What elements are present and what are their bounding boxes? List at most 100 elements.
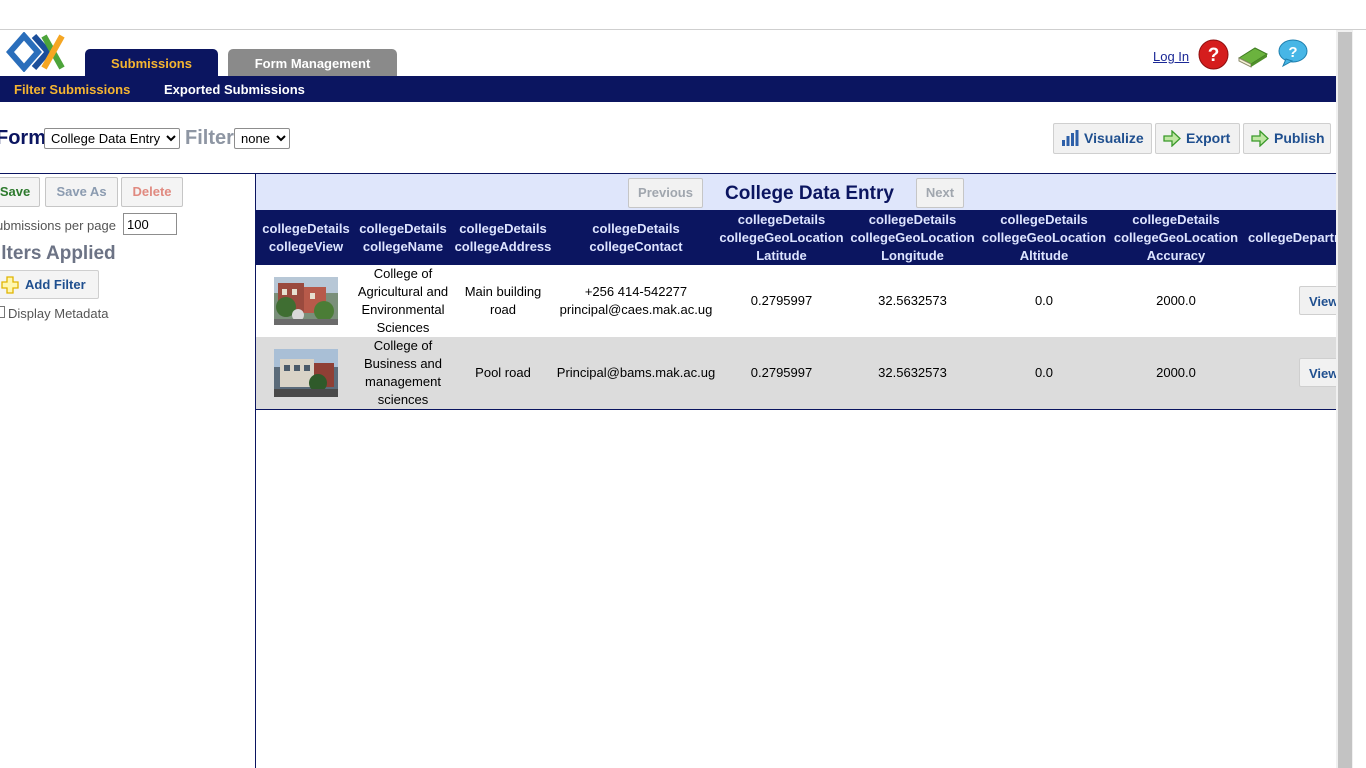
view-button[interactable]: View <box>1299 286 1336 315</box>
college-contact-cell: +256 414-542277 principal@caes.mak.ac.ug <box>556 265 716 337</box>
submissions-per-page-input[interactable] <box>123 213 177 235</box>
column-header-line: collegeDetails <box>1132 211 1220 227</box>
tab-form-management[interactable]: Form Management <box>228 49 397 76</box>
cell-text-line: Principal@bams.mak.ac.ug <box>556 365 716 380</box>
column-header-line: collegeView <box>268 238 344 254</box>
cell-text-line: Pool road <box>475 365 531 380</box>
column-header-line: Altitude <box>1019 247 1069 263</box>
cell-text-line: road <box>489 302 517 317</box>
column-header-line: collegeDetails <box>592 220 680 236</box>
college-view-cell <box>256 337 356 409</box>
scrollbar-thumb[interactable] <box>1338 32 1352 768</box>
publish-button[interactable]: Publish <box>1243 123 1331 154</box>
cell-text-line: principal@caes.mak.ac.ug <box>559 302 713 317</box>
column-header-line: Accuracy <box>1146 247 1206 263</box>
display-metadata-label: Display Metadata <box>8 306 109 321</box>
save-button[interactable]: Save <box>0 177 40 207</box>
view-button[interactable]: View <box>1299 358 1336 387</box>
column-header-line: collegeDetails <box>359 220 447 236</box>
visualize-button[interactable]: Visualize <box>1053 123 1152 154</box>
submissions-per-page-label: ubmissions per page <box>0 218 116 233</box>
column-header[interactable]: collegeDetails collegeGeoLocation Longit… <box>847 210 978 265</box>
add-filter-label: Add Filter <box>25 277 86 292</box>
college-name-cell: College of Agricultural and Environmenta… <box>356 265 450 337</box>
form-label: Form <box>0 127 46 149</box>
column-header-line: Longitude <box>881 247 944 263</box>
table-row: College of Business and management scien… <box>256 337 1336 410</box>
column-header[interactable]: collegeDetails collegeGeoLocation Altitu… <box>978 210 1110 265</box>
arrow-right-icon <box>1163 130 1181 147</box>
form-select[interactable]: College Data Entry <box>44 128 180 149</box>
visualize-label: Visualize <box>1084 130 1144 146</box>
cell-text-line: sciences <box>377 392 429 407</box>
cell-text-line: Main building <box>464 284 542 299</box>
column-header-line: collegeDetails <box>459 220 547 236</box>
save-as-button[interactable]: Save As <box>45 177 118 207</box>
latitude-cell: 0.2795997 <box>750 365 813 380</box>
cell-text-line: Business and <box>363 356 443 371</box>
bar-chart-icon <box>1062 130 1079 146</box>
college-address-cell: Main building road <box>450 265 556 337</box>
column-header[interactable]: collegeDetails collegeGeoLocation Latitu… <box>716 210 847 265</box>
odk-logo[interactable] <box>6 32 66 72</box>
cell-text-line: Environmental <box>361 302 445 317</box>
column-header[interactable]: collegeDetails collegeView <box>256 210 356 265</box>
column-header-line: Latitude <box>756 247 807 263</box>
column-header-line: collegeGeoLocation <box>719 229 844 245</box>
column-header-line: collegeDetails <box>1000 211 1088 227</box>
export-label: Export <box>1186 130 1231 146</box>
help-icon[interactable]: ? <box>1198 39 1229 70</box>
tab-submissions[interactable]: Submissions <box>85 49 218 76</box>
altitude-cell: 0.0 <box>1034 365 1054 380</box>
cell-text-line: Agricultural and <box>357 284 449 299</box>
svg-text:?: ? <box>1208 45 1220 66</box>
login-link[interactable]: Log In <box>1153 49 1189 64</box>
college-contact-cell: Principal@bams.mak.ac.ug <box>556 337 716 409</box>
accuracy-cell: 2000.0 <box>1156 365 1196 380</box>
column-header[interactable]: collegeDetails collegeName <box>356 210 450 265</box>
column-header-line: collegeName <box>362 238 444 254</box>
filter-select[interactable]: none <box>234 128 290 149</box>
filters-applied-heading: ilters Applied <box>0 243 116 264</box>
column-header-line: collegeDepartr <box>1248 229 1336 245</box>
svg-text:?: ? <box>1288 44 1297 61</box>
chat-help-icon[interactable]: ? <box>1277 38 1309 68</box>
publish-label: Publish <box>1274 130 1325 146</box>
column-header-line: collegeDetails <box>737 211 826 227</box>
display-metadata-checkbox[interactable] <box>0 306 5 318</box>
cell-text-line: management <box>365 374 441 389</box>
delete-button[interactable]: Delete <box>121 177 183 207</box>
cell-text-line: College of <box>373 338 433 353</box>
subnav-exported-submissions[interactable]: Exported Submissions <box>164 82 305 97</box>
longitude-cell: 32.5632573 <box>878 293 947 308</box>
accuracy-cell: 2000.0 <box>1156 293 1196 308</box>
college-address-cell: Pool road <box>450 337 556 409</box>
college-photo-thumbnail[interactable] <box>274 277 338 325</box>
plus-icon <box>1 276 19 294</box>
table-row: College of Agricultural and Environmenta… <box>256 265 1336 337</box>
filter-label: Filter <box>185 127 234 149</box>
table-pager: Previous College Data Entry Next <box>256 173 1336 210</box>
add-filter-button[interactable]: Add Filter <box>0 270 99 299</box>
college-name-cell: College of Business and management scien… <box>356 337 450 409</box>
column-header[interactable]: collegeDepartr <box>1242 210 1336 265</box>
column-header-line: collegeGeoLocation <box>1113 229 1239 245</box>
altitude-cell: 0.0 <box>1034 293 1054 308</box>
cell-text-line: College of <box>373 266 433 281</box>
export-button[interactable]: Export <box>1155 123 1240 154</box>
table-title: College Data Entry <box>725 183 894 204</box>
column-header-line: collegeGeoLocation <box>981 229 1107 245</box>
subnav-filter-submissions[interactable]: Filter Submissions <box>14 82 130 97</box>
book-icon[interactable] <box>1237 42 1269 68</box>
previous-button[interactable]: Previous <box>628 178 703 208</box>
column-header[interactable]: collegeDetails collegeAddress <box>450 210 556 265</box>
next-button[interactable]: Next <box>916 178 964 208</box>
column-header-line: collegeContact <box>589 238 683 254</box>
sub-navigation: Filter Submissions Exported Submissions <box>0 76 1336 102</box>
column-header[interactable]: collegeDetails collegeGeoLocation Accura… <box>1110 210 1242 265</box>
college-photo-thumbnail[interactable] <box>274 349 338 397</box>
longitude-cell: 32.5632573 <box>878 365 947 380</box>
column-header-line: collegeDetails <box>262 220 350 236</box>
column-header[interactable]: collegeDetails collegeContact <box>556 210 716 265</box>
column-header-line: collegeGeoLocation <box>850 229 975 245</box>
